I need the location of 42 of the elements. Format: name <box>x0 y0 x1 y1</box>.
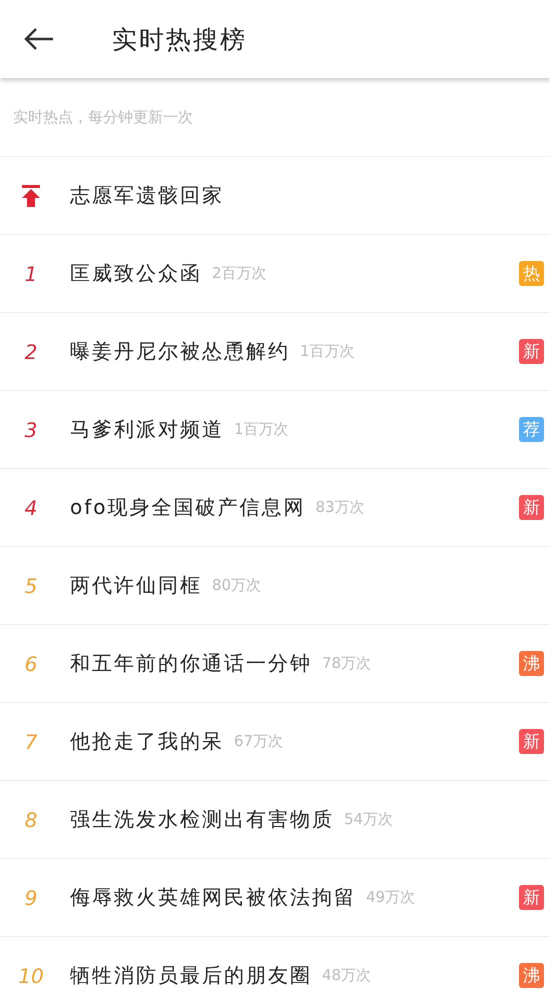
tag-badge: 新 <box>519 495 544 520</box>
topic-title: 和五年前的你通话一分钟 <box>70 650 312 677</box>
topic-title: 匡威致公众函 <box>70 260 202 287</box>
rank-number: 7 <box>24 730 38 754</box>
pin-top-icon <box>22 184 40 206</box>
search-count: 83万次 <box>316 498 365 517</box>
tag-badge: 新 <box>519 339 544 364</box>
topic-title: 两代许仙同框 <box>70 572 202 599</box>
search-count: 1百万次 <box>300 342 355 361</box>
rank-number: 10 <box>18 964 44 988</box>
search-count: 48万次 <box>322 966 372 985</box>
rank-number: 5 <box>24 574 38 598</box>
tag-badge: 新 <box>519 729 544 754</box>
rank-number: 1 <box>24 262 38 286</box>
topic-title: 强生洗发水检测出有害物质 <box>70 806 334 833</box>
tag-badge: 热 <box>519 261 544 286</box>
topic-title: 侮辱救火英雄网民被依法拘留 <box>70 884 356 911</box>
topic-title: 马爹利派对频道 <box>70 416 224 443</box>
search-count: 78万次 <box>322 654 372 673</box>
topic-title: 他抢走了我的呆 <box>70 728 224 755</box>
search-count: 54万次 <box>344 810 394 829</box>
search-count: 49万次 <box>366 888 416 907</box>
topic-title: 志愿军遗骸回家 <box>70 182 224 209</box>
tag-badge: 新 <box>519 885 544 910</box>
rank-number: 4 <box>24 496 38 520</box>
search-count: 1百万次 <box>234 420 289 439</box>
page-title: 实时热搜榜 <box>112 24 247 56</box>
rank-number: 6 <box>24 652 38 676</box>
rank-number: 2 <box>24 340 38 364</box>
topic-title: ofo现身全国破产信息网 <box>70 494 306 521</box>
back-arrow-icon <box>23 27 55 51</box>
search-count: 80万次 <box>212 576 262 595</box>
search-count: 67万次 <box>234 732 284 751</box>
topic-title: 曝姜丹尼尔被怂恿解约 <box>70 338 290 365</box>
tag-badge: 荐 <box>519 417 544 442</box>
rank-number: 3 <box>24 418 38 442</box>
tag-badge: 沸 <box>519 963 544 988</box>
tag-badge: 沸 <box>519 651 544 676</box>
rank-number: 8 <box>24 808 38 832</box>
rank-number: 9 <box>24 886 38 910</box>
search-count: 2百万次 <box>212 264 267 283</box>
topic-title: 牺牲消防员最后的朋友圈 <box>70 962 312 989</box>
